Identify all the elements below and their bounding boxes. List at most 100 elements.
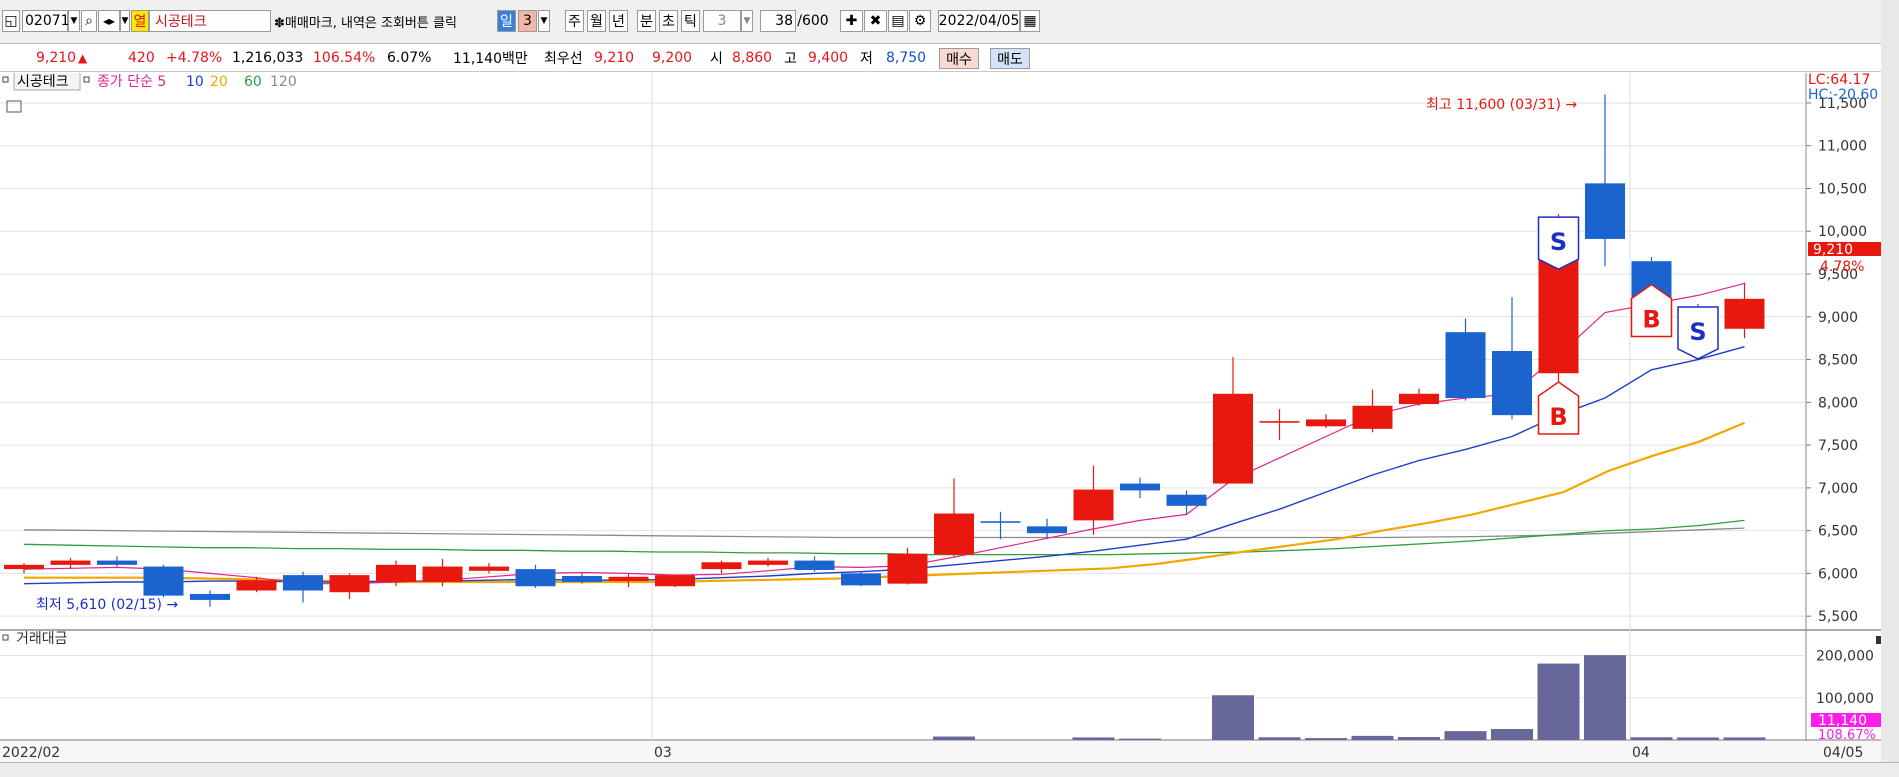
candle-body: [748, 560, 788, 565]
period-n-field[interactable]: 3: [518, 10, 537, 32]
candle-body: [1306, 419, 1346, 427]
buy-button[interactable]: 매수: [939, 48, 979, 69]
volume-tick-label: 100,000: [1816, 691, 1874, 707]
search-icon[interactable]: ⌕: [81, 10, 97, 32]
zoom-out-icon[interactable]: ✖: [864, 10, 887, 32]
chart-scrollbar[interactable]: [0, 762, 1899, 777]
right-scroll-strip[interactable]: [1881, 0, 1899, 777]
code-dropdown-icon[interactable]: ▼: [68, 10, 80, 32]
price-chart[interactable]: 5,500 6,000 6,500 7,000 7,500 8,000 8,500 9,000…: [0, 73, 1881, 762]
volume-bar: [1305, 738, 1347, 740]
candle-body: [1585, 183, 1625, 239]
tab-day[interactable]: 일: [497, 10, 516, 32]
ma-indicator-label: 종가 단순 5: [97, 74, 166, 90]
lc-label: LC:64.17: [1808, 73, 1870, 88]
chart-toolbar: ◱ 020710 ▼ ⌕ ◂▸ ▼ 열 시공테크 ✽매매마크, 내역은 조회버튼…: [0, 0, 1899, 44]
price-tick-label: 8,000: [1818, 395, 1858, 411]
calendar-icon[interactable]: ▦: [1020, 10, 1040, 32]
x-tick-label: 04: [1632, 745, 1650, 761]
volume-bar: [1398, 737, 1440, 740]
volume-bar: [1351, 735, 1394, 740]
turnover-rate: 6.07%: [387, 50, 432, 66]
quote-bar: 9,210 ▲ 420 +4.78% 1,216,033 106.54% 6.0…: [0, 45, 1899, 72]
volume-bar: [1444, 731, 1487, 740]
best-bid: 9,200: [652, 50, 693, 66]
candle-body: [1027, 526, 1067, 534]
current-amount-label: 11,140: [1818, 713, 1867, 729]
low-annotation: 최저 5,610 (02/15) →: [36, 597, 178, 613]
best-ask: 9,210: [594, 50, 635, 66]
price-tick-label: 7,500: [1818, 438, 1858, 454]
price-tick-label: 7,000: [1818, 481, 1858, 497]
low-label: 저: [860, 51, 873, 67]
sound-dropdown-icon[interactable]: ▼: [120, 10, 130, 32]
stock-name-field[interactable]: 시공테크: [149, 10, 271, 32]
tab-week[interactable]: 주: [565, 10, 584, 32]
candle-body: [283, 575, 323, 591]
tab-tick[interactable]: 틱: [681, 10, 700, 32]
x-tick-label: 2022/02: [2, 745, 60, 761]
buy-marker-label: B: [1549, 403, 1567, 431]
watch-flag[interactable]: 열: [131, 10, 149, 32]
tab-minute[interactable]: 분: [637, 10, 656, 32]
candle-body: [655, 575, 695, 587]
zoom-in-icon[interactable]: ✚: [840, 10, 863, 32]
trade-mark-notice: ✽매매마크, 내역은 조회버튼 클릭: [274, 15, 457, 31]
count-max: /600: [797, 13, 829, 29]
volume-pane-title: 거래대금: [16, 631, 68, 647]
price-tick-label: 10,000: [1818, 224, 1867, 240]
low-price: 8,750: [886, 50, 927, 66]
x-axis-band: [0, 741, 1881, 762]
candle-body: [376, 564, 416, 582]
volume-bar: [1119, 738, 1161, 740]
ma-period-label: 10: [186, 74, 204, 90]
volume-bar: [1537, 663, 1580, 740]
volume-bar: [933, 736, 975, 740]
period-dropdown-icon[interactable]: ▼: [538, 10, 550, 32]
tick-n-field[interactable]: 3: [703, 10, 741, 32]
tick-dropdown-icon[interactable]: ▼: [741, 10, 753, 32]
candle-body: [236, 580, 277, 591]
candle-body: [1399, 393, 1439, 405]
sound-icon[interactable]: ◂▸: [98, 10, 120, 32]
change-value: 420: [128, 50, 155, 66]
layout-icon[interactable]: ◱: [2, 10, 20, 32]
up-arrow-icon: ▲: [78, 51, 88, 65]
candle-body: [701, 562, 742, 570]
tab-second[interactable]: 초: [659, 10, 678, 32]
x-tick-label: 03: [654, 745, 672, 761]
tab-month[interactable]: 월: [587, 10, 606, 32]
price-tick-label: 9,000: [1818, 310, 1858, 326]
candle-body: [143, 566, 184, 596]
price-value: 9,210: [36, 50, 77, 66]
candle-body: [50, 560, 91, 565]
current-amount-percent: 108.67%: [1818, 728, 1876, 743]
legend-title: 시공테크: [17, 74, 69, 90]
candle-body: [841, 573, 881, 586]
candle-body: [794, 560, 835, 570]
price-tick-label: 11,000: [1818, 139, 1867, 155]
count-field[interactable]: 38: [760, 10, 796, 32]
candle-body: [515, 569, 556, 587]
save-icon[interactable]: ▤: [888, 10, 908, 32]
candle-body: [1352, 405, 1393, 429]
high-price: 9,400: [808, 50, 849, 66]
candle-body: [1259, 421, 1300, 423]
volume-bar: [1072, 737, 1115, 740]
volume-bar: [1212, 695, 1254, 740]
gear-icon[interactable]: ⚙: [909, 10, 931, 32]
stock-code-input[interactable]: 020710: [22, 10, 78, 32]
date-field[interactable]: 2022/04/05: [938, 10, 1020, 32]
volume-bar: [1630, 737, 1673, 740]
volume-value: 1,216,033: [232, 50, 304, 66]
sell-marker-label: S: [1550, 228, 1567, 256]
sell-button[interactable]: 매도: [990, 48, 1030, 69]
ma-period-label: 60: [244, 74, 262, 90]
high-label: 고: [784, 51, 797, 67]
sell-marker-label: S: [1689, 318, 1706, 346]
price-tick-label: 5,500: [1818, 609, 1858, 625]
price-tick-label: 8,500: [1818, 353, 1858, 369]
candle-body: [1538, 256, 1579, 374]
tab-year[interactable]: 년: [609, 10, 628, 32]
candle-body: [97, 560, 137, 565]
